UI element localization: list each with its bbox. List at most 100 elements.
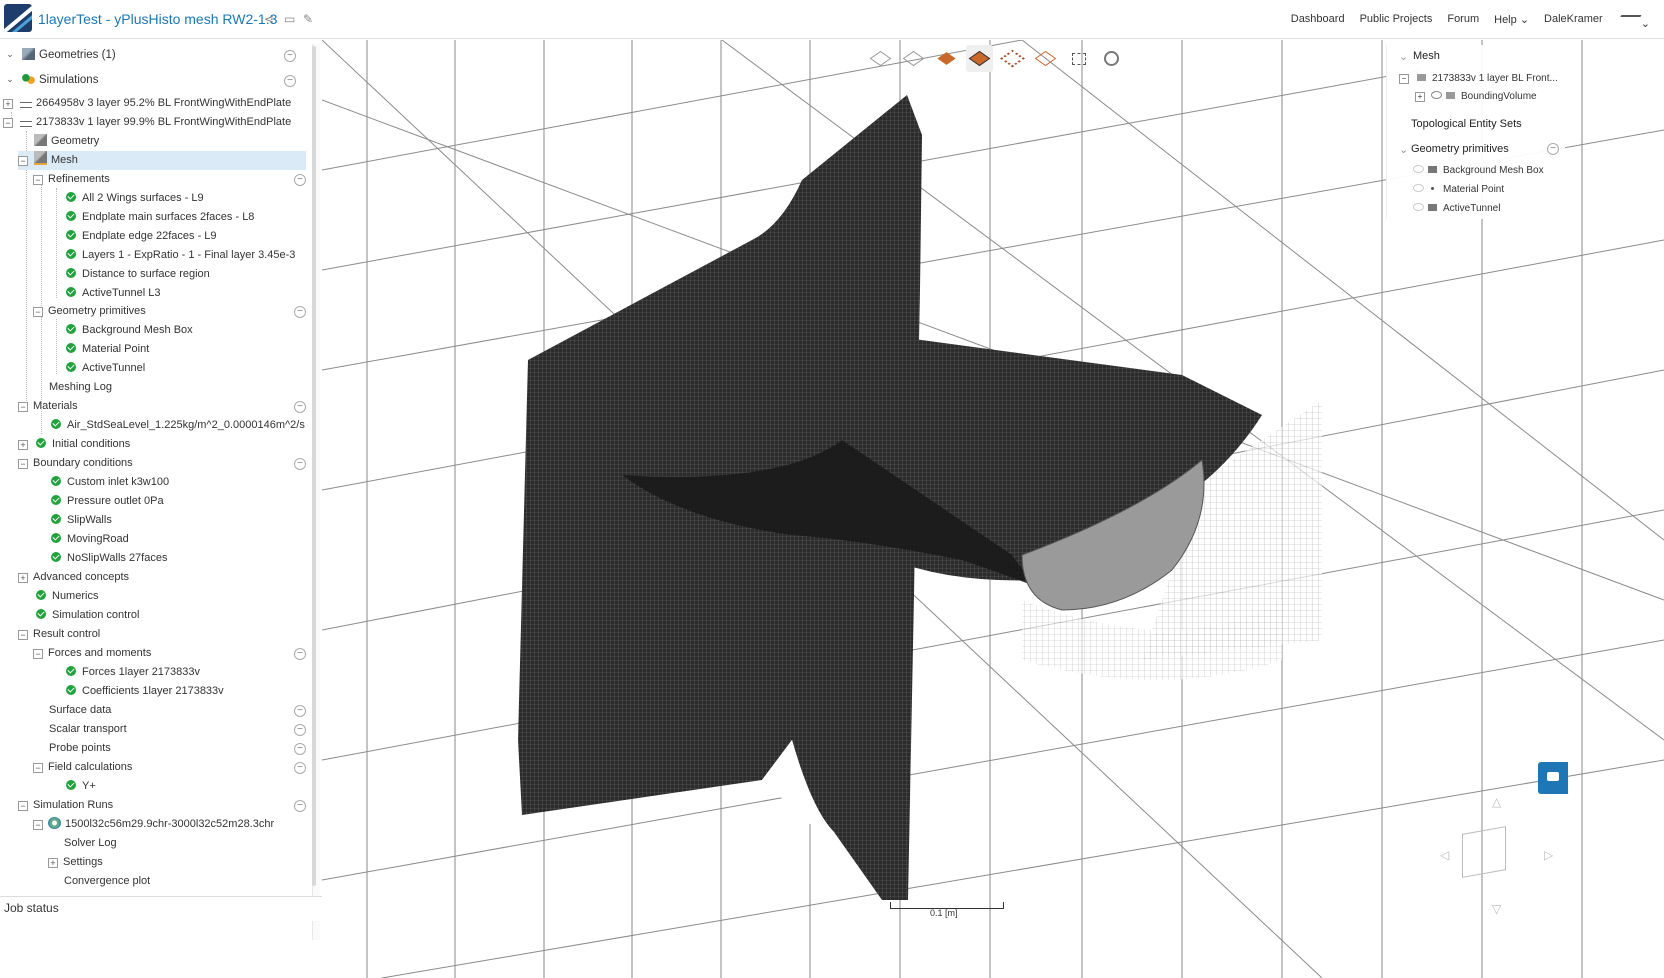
scene-primitive-item[interactable]: Material Point: [1413, 184, 1504, 195]
scene-topological-sets-heading[interactable]: Topological Entity Sets: [1411, 118, 1522, 130]
tree-solver-log[interactable]: Solver Log: [64, 834, 117, 853]
tree-simulations[interactable]: ⌄ Simulations −: [4, 71, 304, 90]
tree-refinement-item[interactable]: Layers 1 - ExpRatio - 1 - Final layer 3.…: [66, 246, 295, 265]
add-refinement-icon[interactable]: −: [294, 174, 306, 186]
tree-refinement-item[interactable]: All 2 Wings surfaces - L9: [66, 189, 204, 208]
collapse-icon[interactable]: −: [18, 630, 28, 640]
tree-simulation-runs[interactable]: − Simulation Runs −: [18, 796, 306, 815]
tree-forces-item[interactable]: Forces 1layer 2173833v: [66, 663, 200, 682]
tree-refinement-item[interactable]: Distance to surface region: [66, 265, 210, 284]
add-boundary-condition-icon[interactable]: −: [294, 458, 306, 470]
collapse-icon[interactable]: −: [33, 820, 43, 830]
tree-materials[interactable]: − Materials −: [18, 397, 306, 416]
nav-user[interactable]: DaleKramer: [1544, 13, 1603, 30]
add-field-calculation-icon[interactable]: −: [294, 762, 306, 774]
nav-dashboard[interactable]: Dashboard: [1291, 13, 1345, 30]
tree-bc-item[interactable]: Custom inlet k3w100: [51, 473, 169, 492]
scene-primitive-item[interactable]: ActiveTunnel: [1413, 203, 1500, 214]
tree-simulation-control[interactable]: Simulation control: [36, 606, 139, 625]
tree-refinement-item[interactable]: ActiveTunnel L3: [66, 284, 160, 303]
expand-icon[interactable]: +: [3, 99, 13, 109]
collapse-icon[interactable]: −: [18, 402, 28, 412]
nav-help[interactable]: Help ⌄: [1494, 13, 1529, 30]
tree-forces-item[interactable]: Coefficients 1layer 2173833v: [66, 682, 224, 701]
rotate-left-icon[interactable]: ◁: [1440, 848, 1449, 862]
tree-mesh[interactable]: − Mesh: [18, 151, 306, 170]
tree-simulation-1[interactable]: + 2664958v 3 layer 95.2% BL FrontWingWit…: [0, 94, 306, 113]
tree-scrollbar[interactable]: [312, 46, 316, 886]
eye-icon[interactable]: [1413, 165, 1424, 173]
collapse-icon[interactable]: −: [33, 763, 43, 773]
tree-refinements[interactable]: − Refinements −: [33, 170, 306, 189]
chevron-down-icon[interactable]: ⌄: [6, 75, 14, 84]
tree-refinement-item[interactable]: Endplate main surfaces 2faces - L8: [66, 208, 254, 227]
chat-button[interactable]: [1538, 762, 1568, 794]
eye-icon[interactable]: [1413, 184, 1424, 192]
tree-primitive-item[interactable]: Background Mesh Box: [66, 321, 193, 340]
project-title[interactable]: 1layerTest - yPlusHisto mesh RW2-1.3: [38, 11, 277, 27]
view-points-icon[interactable]: [999, 45, 1026, 72]
collapse-icon[interactable]: −: [1547, 143, 1559, 155]
view-wireframe-icon[interactable]: [900, 45, 927, 72]
tree-material-item[interactable]: Air_StdSeaLevel_1.225kg/m^2_0.0000146m^2…: [51, 416, 305, 435]
tree-probe-points[interactable]: Probe points −: [49, 739, 306, 758]
job-status-bar[interactable]: Job status: [0, 896, 322, 921]
scene-geometry-primitives-heading[interactable]: Geometry primitives: [1411, 143, 1509, 155]
nav-public-projects[interactable]: Public Projects: [1360, 13, 1433, 30]
expand-icon[interactable]: +: [18, 573, 28, 583]
eye-icon[interactable]: [1413, 203, 1424, 211]
view-iso-icon[interactable]: [867, 45, 894, 72]
tree-geometry[interactable]: Geometry: [34, 132, 99, 151]
expand-icon[interactable]: +: [48, 858, 58, 868]
tree-surface-data[interactable]: Surface data −: [49, 701, 306, 720]
nav-forum[interactable]: Forum: [1447, 13, 1479, 30]
add-probe-points-icon[interactable]: −: [294, 743, 306, 755]
tree-geometries[interactable]: ⌄ Geometries (1) −: [4, 46, 304, 65]
scene-primitive-item[interactable]: Background Mesh Box: [1413, 165, 1544, 176]
rotate-down-icon[interactable]: ▽: [1492, 902, 1501, 916]
box-select-icon[interactable]: [1065, 45, 1092, 72]
chevron-down-icon[interactable]: ⌄: [6, 50, 14, 59]
tree-boundary-conditions[interactable]: − Boundary conditions −: [18, 454, 306, 473]
chevron-down-icon[interactable]: ⌄: [1399, 50, 1408, 63]
collapse-icon[interactable]: −: [18, 156, 28, 166]
tree-bc-item[interactable]: MovingRoad: [51, 530, 129, 549]
tree-meshing-log[interactable]: Meshing Log: [49, 378, 112, 397]
view-transparent-icon[interactable]: [1032, 45, 1059, 72]
add-surface-data-icon[interactable]: −: [294, 705, 306, 717]
tree-simulation-2[interactable]: − 2173833v 1 layer 99.9% BL FrontWingWit…: [0, 113, 306, 132]
tree-bc-item[interactable]: Pressure outlet 0Pa: [51, 492, 164, 511]
tree-bc-item[interactable]: SlipWalls: [51, 511, 112, 530]
scene-settings-icon[interactable]: [1098, 45, 1125, 72]
add-forces-icon[interactable]: −: [294, 648, 306, 660]
collapse-icon[interactable]: −: [284, 50, 296, 62]
eye-icon[interactable]: [1431, 91, 1442, 99]
share-icon[interactable]: ⋖: [264, 12, 274, 26]
add-material-icon[interactable]: −: [294, 401, 306, 413]
navigation-cube[interactable]: [1462, 826, 1506, 878]
collapse-icon[interactable]: −: [33, 175, 43, 185]
collapse-icon[interactable]: −: [3, 118, 13, 128]
add-scalar-transport-icon[interactable]: −: [294, 724, 306, 736]
scene-bounding-volume[interactable]: + BoundingVolume: [1415, 91, 1537, 102]
tree-geometry-primitives[interactable]: − Geometry primitives −: [33, 302, 306, 321]
tree-forces-and-moments[interactable]: − Forces and moments −: [33, 644, 306, 663]
add-primitive-icon[interactable]: −: [294, 306, 306, 318]
collapse-icon[interactable]: −: [33, 307, 43, 317]
rotate-right-icon[interactable]: ▷: [1544, 848, 1553, 862]
tree-yplus[interactable]: Y+: [66, 777, 96, 796]
user-menu-icon[interactable]: ⌄: [1614, 13, 1650, 30]
copy-icon[interactable]: ▭: [284, 12, 295, 26]
tree-bc-item[interactable]: NoSlipWalls 27faces: [51, 549, 167, 568]
simscale-logo[interactable]: [4, 4, 32, 32]
collapse-icon[interactable]: −: [18, 459, 28, 469]
tree-convergence-plot[interactable]: Convergence plot: [64, 872, 150, 891]
tree-scalar-transport[interactable]: Scalar transport −: [49, 720, 306, 739]
scene-mesh-item[interactable]: −2173833v 1 layer BL Front...: [1399, 73, 1558, 84]
expand-icon[interactable]: +: [18, 440, 28, 450]
scene-mesh-heading[interactable]: Mesh: [1413, 50, 1440, 62]
tree-primitive-item[interactable]: ActiveTunnel: [66, 359, 145, 378]
tree-primitive-item[interactable]: Material Point: [66, 340, 149, 359]
collapse-icon[interactable]: −: [284, 75, 296, 87]
collapse-icon[interactable]: −: [18, 801, 28, 811]
